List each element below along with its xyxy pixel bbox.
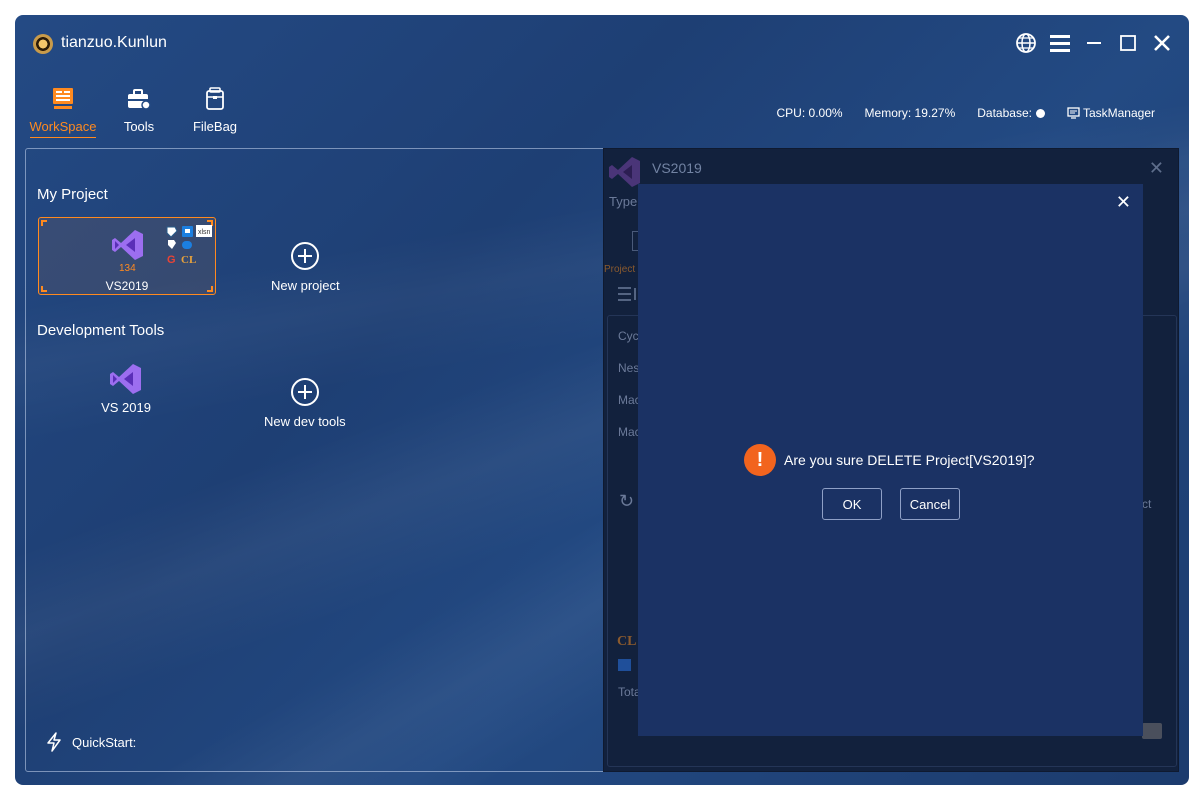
new-project-button[interactable]: New project	[271, 242, 340, 293]
delete-confirm-dialog: ✕ ! Are you sure DELETE Project[VS2019]?…	[638, 184, 1143, 736]
tool-icon	[618, 659, 631, 671]
quickstart[interactable]: QuickStart:	[46, 732, 136, 752]
project-count: 134	[119, 263, 136, 274]
title-bar: tianzuo.Kunlun	[15, 15, 1189, 73]
new-dev-tools-button[interactable]: New dev tools	[264, 378, 346, 429]
card-corner	[41, 220, 47, 226]
detail-row-label: Nes	[618, 361, 640, 375]
database-status: Database:	[977, 106, 1045, 120]
type-label: Type:	[609, 194, 641, 209]
dialog-close-icon[interactable]: ✕	[1116, 192, 1131, 213]
maximize-icon[interactable]	[1117, 31, 1139, 55]
detail-fragment: ct	[1142, 497, 1152, 511]
cpu-usage: CPU: 0.00%	[776, 106, 843, 120]
my-project-title: My Project	[37, 186, 108, 203]
cl-label: CL	[181, 254, 196, 266]
nav-filebag[interactable]: FileBag	[180, 85, 250, 134]
new-project-label: New project	[271, 278, 340, 293]
nav-filebag-label: FileBag	[192, 119, 238, 134]
warning-icon: !	[744, 444, 776, 476]
app-logo-icon	[33, 34, 53, 54]
app-window: tianzuo.Kunlun WorkSpace Tools FileBag C…	[15, 15, 1189, 785]
project-tool-icons: xlsn G CL	[166, 225, 212, 266]
window-controls	[1015, 31, 1173, 55]
new-dev-tools-label: New dev tools	[264, 414, 346, 429]
detail-row-label: Cyc	[618, 329, 639, 343]
nav-tools[interactable]: Tools	[104, 85, 174, 134]
toolbox-icon	[104, 85, 174, 111]
svg-text:G: G	[167, 254, 176, 266]
memory-usage: Memory: 19.27%	[864, 106, 956, 120]
task-manager-label: TaskManager	[1082, 106, 1155, 120]
add-circle-icon	[290, 378, 319, 406]
add-circle-icon	[291, 242, 320, 270]
lightning-icon	[47, 732, 61, 752]
visual-studio-icon	[609, 157, 640, 187]
development-tools-title: Development Tools	[37, 322, 165, 339]
sort-icon[interactable]	[617, 285, 637, 303]
nav-tools-label: Tools	[123, 119, 155, 134]
visual-studio-icon	[112, 230, 143, 260]
quickstart-label: QuickStart:	[72, 734, 137, 750]
cl-icon: CL	[617, 634, 637, 649]
nav-workspace[interactable]: WorkSpace	[28, 85, 98, 138]
status-bar: CPU: 0.00% Memory: 19.27% Database: Task…	[777, 106, 1155, 120]
nav-workspace-label: WorkSpace	[29, 119, 97, 138]
task-manager-icon	[1067, 107, 1080, 119]
svg-text:xlsn: xlsn	[198, 229, 211, 236]
project-card-vs2019[interactable]: 134 VS2019 xlsn G CL	[38, 217, 216, 295]
workspace-icon	[28, 85, 98, 111]
dev-tool-vs2019[interactable]: VS 2019	[95, 362, 157, 415]
close-icon[interactable]	[1151, 31, 1173, 55]
detail-close-icon[interactable]: ✕	[1149, 158, 1164, 179]
database-status-dot	[1035, 109, 1045, 118]
refresh-icon[interactable]: ↻	[619, 491, 634, 512]
cancel-button[interactable]: Cancel	[900, 488, 960, 520]
dialog-message-row: ! Are you sure DELETE Project[VS2019]?	[744, 444, 1035, 476]
app-title: tianzuo.Kunlun	[61, 34, 167, 51]
project-tab-label[interactable]: Project	[604, 264, 635, 275]
ok-button[interactable]: OK	[822, 488, 882, 520]
minimize-icon[interactable]	[1083, 31, 1105, 55]
dialog-message: Are you sure DELETE Project[VS2019]?	[784, 452, 1035, 468]
filebag-icon	[180, 85, 250, 111]
dev-tool-name: VS 2019	[101, 400, 151, 415]
project-name: VS2019	[105, 279, 149, 293]
database-label: Database:	[977, 106, 1032, 120]
globe-icon[interactable]	[1015, 31, 1037, 55]
menu-icon[interactable]	[1049, 31, 1071, 55]
visual-studio-icon	[110, 364, 141, 394]
folder-icon[interactable]	[1142, 723, 1162, 739]
detail-panel-title: VS2019	[652, 160, 702, 176]
task-manager-button[interactable]: TaskManager	[1067, 106, 1155, 120]
